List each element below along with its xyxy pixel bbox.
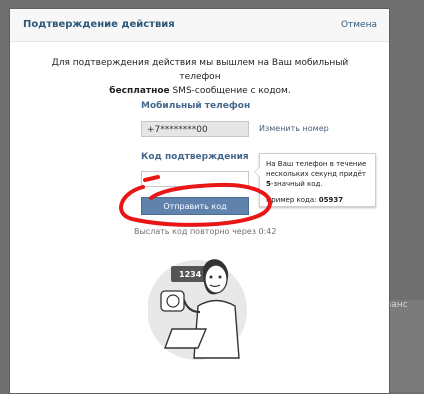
tooltip-text-after: -значный код. xyxy=(270,180,323,188)
tooltip-example-code: 05937 xyxy=(318,196,344,204)
woman-face xyxy=(204,264,228,294)
send-code-button[interactable]: Отправить код xyxy=(141,197,249,215)
left-eye-icon xyxy=(209,275,213,279)
code-tooltip: На Ваш телефон в течение нескольких секу… xyxy=(254,153,376,207)
dialog-header: Подтверждение действия Отмена xyxy=(10,9,389,42)
change-number-link[interactable]: Изменить номер xyxy=(259,124,329,133)
tooltip-example: Пример кода: 05937 xyxy=(266,195,369,205)
code-label: Код подтверждения xyxy=(141,152,249,162)
phone-icon xyxy=(160,290,185,312)
desk-envelope-icon xyxy=(163,328,208,349)
phone-field: +7********00 xyxy=(141,121,249,137)
confirmation-dialog: Подтверждение действия Отмена Для подтве… xyxy=(9,8,390,394)
phone-label: Мобильный телефон xyxy=(141,101,251,111)
intro-rest: SMS-сообщение с кодом. xyxy=(169,86,291,96)
resend-timer-text: Выслать код повторно через 0:42 xyxy=(134,227,277,236)
tooltip-example-label: Пример кода: xyxy=(266,196,319,204)
dialog-title: Подтверждение действия xyxy=(23,19,175,30)
intro-bold: бесплатное xyxy=(109,86,170,96)
intro-line1: Для подтверждения действия мы вышлем на … xyxy=(51,58,349,82)
cancel-link[interactable]: Отмена xyxy=(341,20,377,30)
intro-text: Для подтверждения действия мы вышлем на … xyxy=(30,56,370,98)
tooltip-text-before: На Ваш телефон в течение нескольких секу… xyxy=(266,160,367,178)
code-input[interactable] xyxy=(141,171,249,187)
sms-card-number: 1234 xyxy=(179,270,202,279)
right-eye-icon xyxy=(218,275,222,279)
phone-woman-illustration: 1234 xyxy=(148,259,247,360)
